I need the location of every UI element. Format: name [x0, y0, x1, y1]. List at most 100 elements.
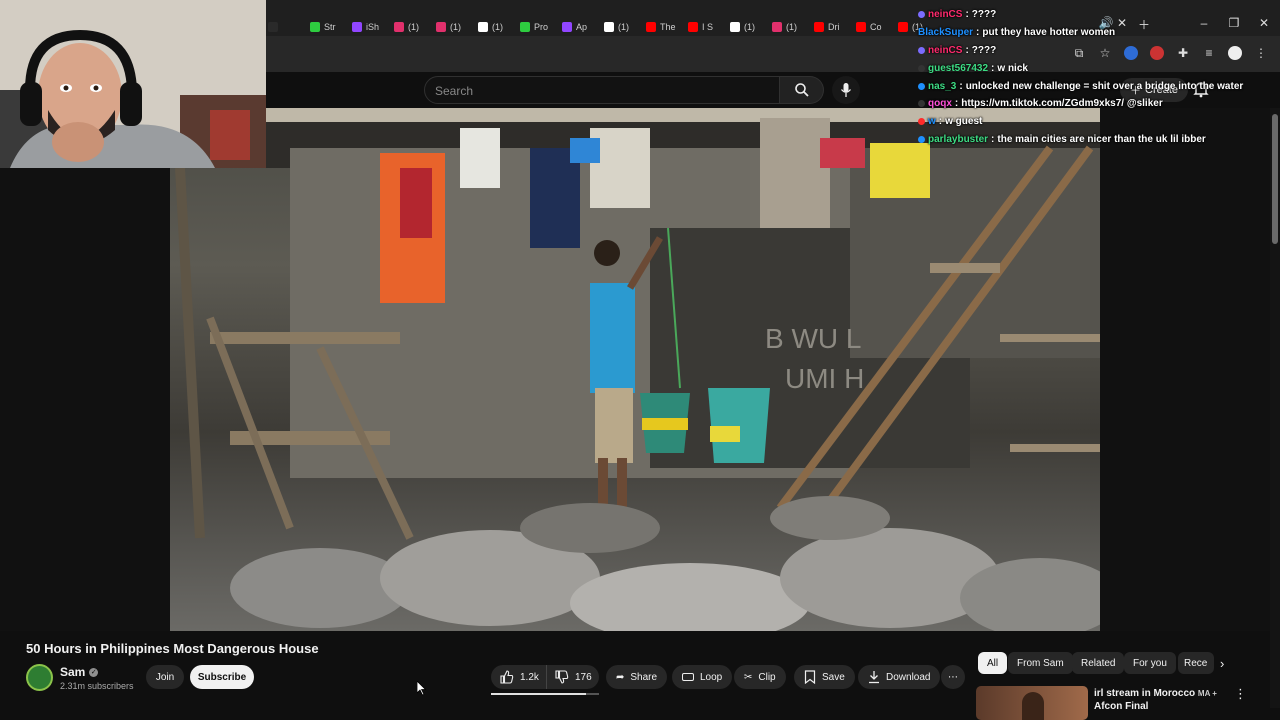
chat-separator: :	[991, 133, 995, 145]
chat-badge-icon	[918, 135, 925, 143]
clip-button[interactable]: ✂ Clip	[734, 665, 786, 689]
verified-check-icon: ✓	[89, 667, 99, 677]
join-button[interactable]: Join	[146, 665, 184, 689]
recommended-badge: MA +	[1197, 689, 1217, 698]
tab-favicon-icon	[814, 22, 824, 32]
chat-username[interactable]: qoqx	[928, 98, 952, 109]
chat-text: w nick	[997, 62, 1028, 74]
like-dislike-group: 1.2k 176	[491, 665, 599, 689]
channel-name-text: Sam	[60, 665, 86, 679]
loop-icon	[682, 673, 694, 681]
chat-badge-icon	[918, 100, 925, 108]
chat-username[interactable]: neinCS	[928, 9, 962, 20]
like-button[interactable]: 1.2k	[491, 665, 547, 689]
thumbs-down-icon	[555, 670, 569, 684]
svg-text:B WU L: B WU L	[765, 323, 861, 354]
video-player[interactable]: B WU L UMI H	[170, 108, 1100, 631]
chat-separator: :	[976, 27, 980, 39]
stream-chat: neinCS:???? BlackSuper: put they have hott…	[918, 6, 1278, 148]
chat-separator: :	[965, 44, 969, 56]
dislike-count: 176	[575, 671, 592, 683]
browser-tab[interactable]: Pro	[514, 18, 556, 36]
chip-next-chevron-icon[interactable]: ›	[1220, 656, 1224, 671]
tab-label: (1)	[786, 22, 797, 32]
video-title: 50 Hours in Philippines Most Dangerous H…	[26, 641, 319, 656]
webcam-frame	[0, 0, 266, 168]
search-button[interactable]	[780, 76, 824, 104]
chat-username[interactable]: neinCS	[928, 45, 962, 56]
tab-label: Ap	[576, 22, 588, 32]
chat-username[interactable]: guest567432	[928, 63, 988, 74]
page-scrollbar[interactable]	[1270, 108, 1280, 708]
chat-text: unlocked new challenge = shit over a bri…	[965, 80, 1244, 92]
chat-badge-icon	[918, 118, 925, 126]
microphone-icon	[840, 82, 852, 98]
browser-tab[interactable]: (1)	[388, 18, 430, 36]
scissors-icon: ✂	[744, 671, 753, 683]
browser-tab[interactable]: (1)	[766, 18, 808, 36]
channel-name[interactable]: Sam ✓	[60, 665, 99, 679]
filter-chip[interactable]: Related	[1072, 652, 1125, 674]
tab-favicon-icon	[268, 22, 278, 32]
more-actions-button[interactable]: ⋯	[941, 665, 965, 689]
browser-tab[interactable]	[262, 18, 304, 36]
chat-text: w guest	[945, 116, 983, 128]
browser-tab[interactable]: Dri	[808, 18, 850, 36]
loop-button[interactable]: Loop	[672, 665, 733, 689]
save-label: Save	[822, 671, 845, 683]
video-frame: B WU L UMI H	[170, 108, 1100, 631]
like-ratio-fill	[491, 693, 587, 695]
tab-favicon-icon	[562, 22, 572, 32]
filter-chip[interactable]: From Sam	[1008, 652, 1073, 674]
tab-label: Pro	[534, 22, 549, 32]
download-button[interactable]: Download	[858, 665, 941, 689]
browser-tab[interactable]: (1)	[472, 18, 514, 36]
dislike-button[interactable]: 176	[547, 665, 592, 689]
channel-avatar[interactable]	[26, 664, 53, 691]
filter-chip[interactable]: Rece	[1178, 652, 1214, 674]
browser-tab[interactable]: (1)	[598, 18, 640, 36]
browser-tab[interactable]: Co	[850, 18, 892, 36]
chat-username[interactable]: BlackSuper	[918, 27, 973, 38]
filter-chip[interactable]: All	[978, 652, 1008, 674]
share-button[interactable]: ➦ Share	[606, 665, 668, 689]
chat-badge-icon	[918, 82, 925, 90]
tab-label: (1)	[408, 22, 419, 32]
browser-tabs: Str iSh (1) (1) (1) Pro Ap (1) The I S (1) (1) Dri Co…	[262, 18, 934, 36]
recommended-video-title[interactable]: irl stream in Morocco MA + Afcon Final	[1094, 687, 1224, 713]
tab-label: The	[660, 22, 676, 32]
voice-search-button[interactable]	[832, 76, 860, 104]
browser-tab[interactable]: The	[640, 18, 682, 36]
recommended-video-thumbnail[interactable]	[976, 686, 1088, 720]
chat-username[interactable]: w	[928, 116, 936, 127]
save-button[interactable]: Save	[794, 665, 855, 689]
browser-tab[interactable]: Str	[304, 18, 346, 36]
chat-badge-icon	[918, 64, 925, 72]
loop-label: Loop	[700, 671, 723, 683]
thumbnail-person	[1022, 692, 1044, 720]
browser-tab[interactable]: I S	[682, 18, 724, 36]
browser-tab[interactable]: (1)	[430, 18, 472, 36]
chat-message: neinCS:????	[918, 6, 1278, 24]
search-input[interactable]: Search	[424, 76, 780, 104]
chat-separator: :	[959, 80, 963, 92]
tab-favicon-icon	[520, 22, 530, 32]
tab-label: (1)	[744, 22, 755, 32]
streamer-webcam	[0, 0, 266, 168]
chat-username[interactable]: nas_3	[928, 81, 956, 92]
chat-separator: :	[938, 116, 943, 128]
chat-text: https://vm.tiktok.com/ZGdm9xks7/ @sliker	[961, 98, 1163, 110]
filter-chip[interactable]: For you	[1124, 652, 1176, 674]
chat-username[interactable]: parlaybuster	[928, 134, 988, 145]
browser-tab[interactable]: Ap	[556, 18, 598, 36]
tab-favicon-icon	[436, 22, 446, 32]
browser-tab[interactable]: (1)	[724, 18, 766, 36]
chat-separator: :	[991, 62, 995, 74]
recommended-more-icon[interactable]: ⋮	[1234, 686, 1247, 702]
tab-favicon-icon	[646, 22, 656, 32]
tab-label: Dri	[828, 22, 840, 32]
subscribe-button[interactable]: Subscribe	[190, 665, 254, 689]
tab-favicon-icon	[310, 22, 320, 32]
browser-tab[interactable]: iSh	[346, 18, 388, 36]
tab-label: iSh	[366, 22, 380, 32]
